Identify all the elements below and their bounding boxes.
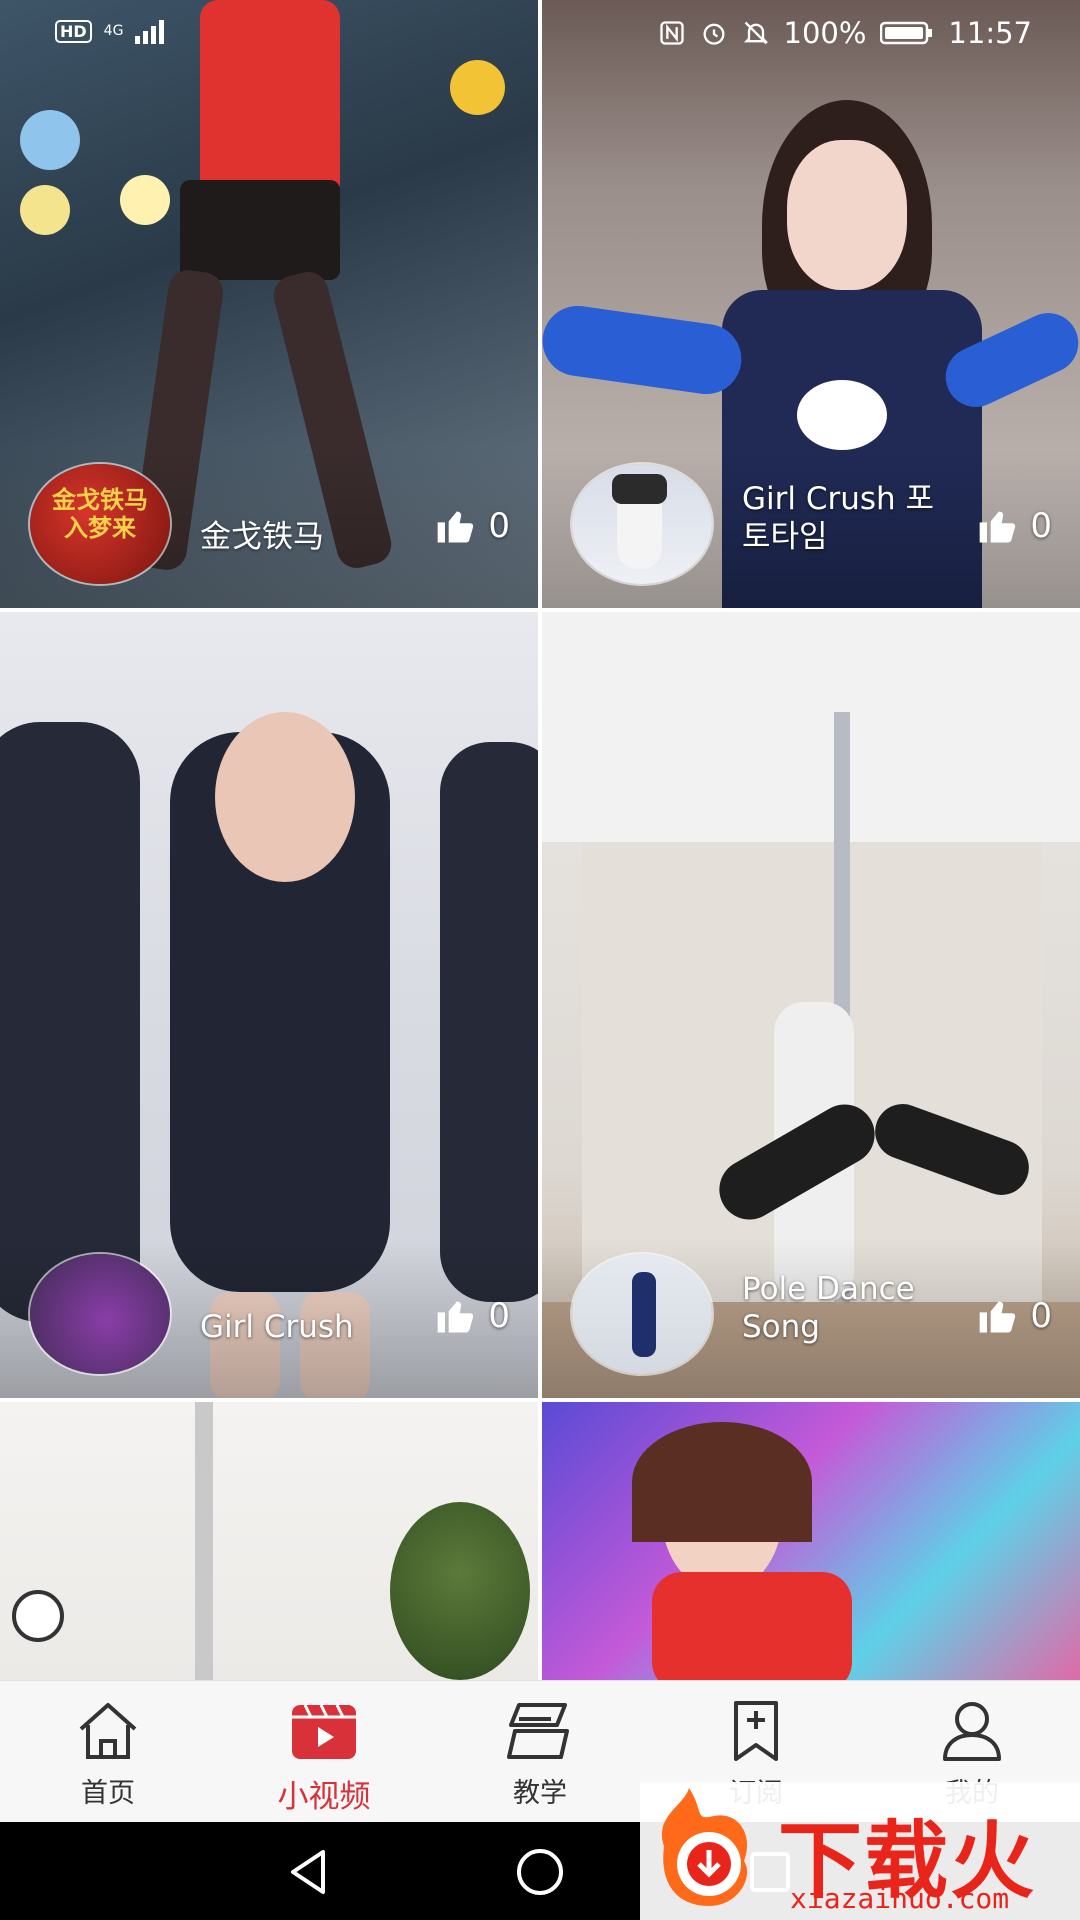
video-tile[interactable]: Girl Crush 포토타임 0: [542, 0, 1080, 608]
mute-icon: [743, 21, 768, 45]
video-thumbnail: [542, 1402, 1080, 1680]
like-count: 0: [488, 506, 510, 546]
nav-label: 教学: [513, 1778, 567, 1809]
thumbs-up-icon: [438, 1301, 474, 1333]
home-circle-icon[interactable]: [514, 1846, 566, 1898]
thumbs-up-icon: [438, 511, 474, 543]
uploader-avatar[interactable]: [30, 1254, 170, 1374]
video-title: 金戈铁马: [200, 519, 324, 555]
video-clapper-icon: [292, 1704, 356, 1759]
watermark: 下载火 xiazaihuo.com: [640, 1782, 1080, 1920]
fire-logo-icon: [661, 1788, 748, 1906]
like-count: 0: [488, 1296, 510, 1336]
like-button[interactable]: 0: [434, 504, 510, 548]
video-title: Girl Crush 포토타임: [742, 481, 935, 555]
nav-short-video[interactable]: 小视频: [216, 1681, 432, 1823]
status-right: 100% 11:57: [658, 16, 1032, 50]
like-count: 0: [1030, 1296, 1052, 1336]
status-left: HD 4G: [55, 18, 171, 44]
uploader-avatar[interactable]: 金戈铁马 入梦来: [30, 464, 170, 584]
video-tile[interactable]: [0, 1402, 538, 1680]
like-button[interactable]: 0: [976, 1294, 1052, 1338]
signal-icon: [135, 20, 165, 44]
video-tile[interactable]: [542, 1402, 1080, 1680]
avatar-logo-text: 金戈铁马 入梦来: [52, 485, 148, 542]
network-label: 4G: [103, 23, 124, 39]
thumbs-up-icon: [980, 511, 1016, 543]
nav-label: 首页: [81, 1778, 135, 1809]
like-button[interactable]: 0: [434, 1294, 510, 1338]
clock: 11:57: [948, 16, 1032, 50]
like-count: 0: [1030, 506, 1052, 546]
video-thumbnail: [0, 1402, 538, 1680]
video-title: Pole Dance Song: [742, 1271, 915, 1345]
battery-percentage: 100%: [783, 16, 867, 50]
uploader-avatar[interactable]: [572, 1254, 712, 1374]
subscribe-icon: [734, 1701, 778, 1761]
video-title: Girl Crush: [200, 1309, 354, 1345]
thumbs-up-icon: [980, 1301, 1016, 1333]
back-icon[interactable]: [283, 1846, 335, 1898]
video-tile[interactable]: 金戈铁马 入梦来 金戈铁马 0: [0, 0, 538, 608]
nav-label: 小视频: [277, 1779, 371, 1815]
nfc-icon: [659, 21, 684, 45]
hd-indicator: HD: [55, 19, 92, 43]
teaching-icon: [507, 1703, 569, 1759]
nav-home[interactable]: 首页: [0, 1681, 216, 1823]
nav-teaching[interactable]: 教学: [432, 1681, 648, 1823]
home-icon: [79, 1703, 137, 1759]
status-bar: HD 4G 100% 11:57: [0, 0, 1080, 70]
alarm-icon: [703, 23, 724, 45]
video-feed-grid: 金戈铁马 入梦来 金戈铁马 0 Girl Crush 포토타임 0 Girl C…: [0, 0, 1080, 1680]
video-tile[interactable]: Pole Dance Song 0: [542, 612, 1080, 1398]
user-icon: [943, 1702, 1001, 1761]
video-tile[interactable]: Girl Crush 0: [0, 612, 538, 1398]
battery-icon: [880, 21, 933, 45]
like-button[interactable]: 0: [976, 504, 1052, 548]
uploader-avatar[interactable]: [572, 464, 712, 584]
watermark-url: xiazaihuo.com: [790, 1882, 1010, 1915]
